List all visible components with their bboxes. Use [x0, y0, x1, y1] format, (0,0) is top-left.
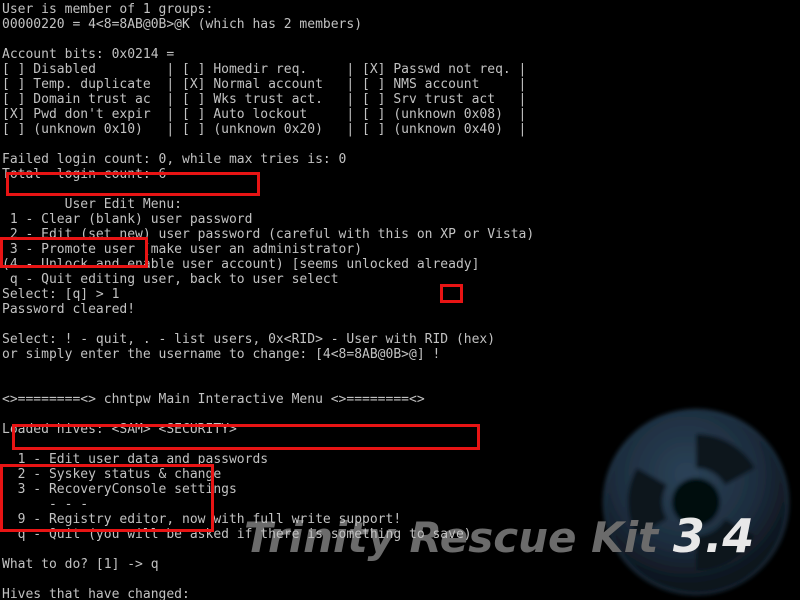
console-line: Failed login count: 0, while max tries i… [2, 152, 347, 167]
console-line: or simply enter the username to change: … [2, 347, 441, 362]
console-line: [ ] Temp. duplicate | [X] Normal account… [2, 77, 527, 92]
console-line: q - Quit editing user, back to user sele… [2, 272, 339, 287]
console-line: 3 - RecoveryConsole settings [2, 482, 237, 497]
console-line: 2 - Edit (set new) user password (carefu… [2, 227, 535, 242]
console-line: [ ] Domain trust ac | [ ] Wks trust act.… [2, 92, 527, 107]
console-line: Account bits: 0x0214 = [2, 47, 175, 62]
console-line: [ ] Disabled | [ ] Homedir req. | [X] Pa… [2, 62, 527, 77]
console-line: What to do? [1] -> q [2, 557, 159, 572]
terminal-screen: Trinity Rescue Kit 3.4 User is member of… [0, 0, 800, 600]
console-line: [ ] (unknown 0x10) | [ ] (unknown 0x20) … [2, 122, 527, 137]
console-line: Hives that have changed: [2, 587, 190, 600]
console-line: 2 - Syskey status & change [2, 467, 222, 482]
console-output: User is member of 1 groups: 00000220 = 4<… [0, 0, 800, 600]
console-line: 9 - Registry editor, now with full write… [2, 512, 402, 527]
console-line: User Edit Menu: [2, 197, 183, 212]
console-line: 1 - Clear (blank) user password [2, 212, 253, 227]
console-line: Loaded hives: <SAM> <SECURITY> [2, 422, 237, 437]
console-line: Total login count: 6 [2, 167, 167, 182]
console-line: 3 - Promote user (make user an administr… [2, 242, 363, 257]
console-line: <>========<> chntpw Main Interactive Men… [2, 392, 425, 407]
console-line: 1 - Edit user data and passwords [2, 452, 269, 467]
console-line: 00000220 = 4<8=8AB@0B>@K (which has 2 me… [2, 17, 363, 32]
console-line: - - - [2, 497, 89, 512]
console-line: (4 - Unlock and enable user account) [se… [2, 257, 480, 272]
console-line: q - Quit (you will be asked if there is … [2, 527, 472, 542]
console-line: Select: [q] > 1 [2, 287, 120, 302]
console-line: User is member of 1 groups: [2, 2, 214, 17]
console-line: [X] Pwd don't expir | [ ] Auto lockout |… [2, 107, 527, 122]
console-line: Password cleared! [2, 302, 136, 317]
console-line: Select: ! - quit, . - list users, 0x<RID… [2, 332, 496, 347]
